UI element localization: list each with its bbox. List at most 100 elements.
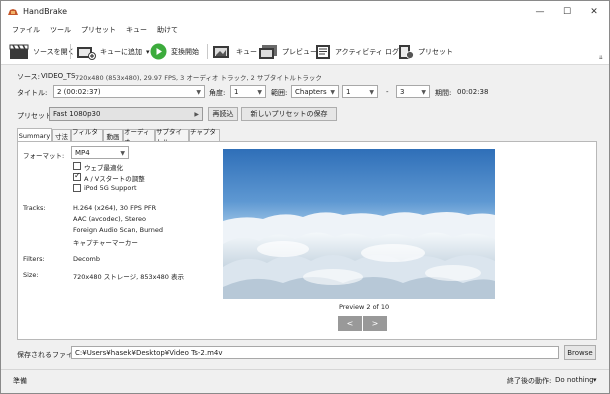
chevron-right-icon: ▶ [194,111,199,118]
track-item: キャプチャーマーカー [73,239,138,247]
chevron-down-icon[interactable]: ▾ [146,48,150,56]
range-start-select[interactable]: 1 ▼ [342,85,378,98]
tab-subtitles[interactable]: サブタイトル [155,128,189,146]
when-done-select[interactable]: Do nothing [555,376,594,384]
range-type-select[interactable]: Chapters ▼ [291,85,339,98]
tracks-label: Tracks: [23,204,46,212]
menu-file[interactable]: ファイル [7,23,45,38]
handbrake-window: HandBrake — ☐ ✕ ファイル ツール プリセット キュー 助けて ソ… [0,0,610,394]
angle-select[interactable]: 1 ▼ [230,85,266,98]
duration-value: 00:02:38 [457,88,489,96]
presets-icon [399,44,414,59]
range-type-value: Chapters [295,88,327,96]
chevron-down-icon: ▼ [120,150,125,157]
ipod-support-checkbox[interactable] [73,184,81,192]
preset-select-value: Fast 1080p30 [53,110,101,118]
filters-label: Filters: [23,255,45,263]
reload-preset-button[interactable]: 再読込 [208,107,238,121]
preset-label: プリセット [17,112,52,120]
film-clapper-icon [9,44,29,59]
menu-help[interactable]: 助けて [152,23,183,38]
source-info: 720x480 (853x480), 29.97 FPS, 3 オーディオ トラ… [75,74,322,82]
tab-dimensions[interactable]: 寸法 [52,129,71,141]
range-dash: - [386,88,389,96]
size-value: 720x480 ストレージ, 853x480 表示 [73,273,184,281]
status-bar: 準備 終了後の動作: Do nothing ▾ [1,369,609,393]
save-new-preset-button[interactable]: 新しいプリセットの保存 [241,107,337,121]
preview-label: プレビュー [282,47,317,56]
start-encode-label: 変換開始 [171,47,199,56]
av-align-label: A / Vスタートの調整 [84,175,145,183]
handbrake-app-icon [8,9,18,15]
chevron-down-icon[interactable]: ▾ [593,376,597,384]
start-encode-button[interactable]: 変換開始 [150,41,199,62]
format-select-value: MP4 [75,149,90,157]
menu-bar: ファイル ツール プリセット キュー 助けて [1,23,609,38]
title-select[interactable]: 2 (00:02:37) ▼ [53,85,205,98]
minimize-button[interactable]: — [527,1,553,23]
chevron-down-icon: ▼ [330,89,335,96]
activity-log-button[interactable]: アクティビティ ログ [315,41,399,62]
browse-button[interactable]: Browse [564,345,596,360]
source-name: VIDEO_TS [41,72,76,80]
preview-caption: Preview 2 of 10 [339,303,390,311]
preview-image [223,149,495,299]
queue-label: キュー [236,47,257,56]
filters-value: Decomb [73,255,101,263]
previous-preview-button[interactable]: < [338,316,362,331]
play-icon [150,43,167,60]
av-align-checkbox[interactable] [73,171,81,181]
menu-queue[interactable]: キュー [121,23,152,38]
tab-video[interactable]: 動画 [103,129,123,141]
activity-log-label: アクティビティ ログ [335,47,400,56]
destination-path-input[interactable]: C:¥Users¥hasek¥Desktop¥Video Ts-2.m4v [71,346,559,359]
chevron-down-icon: ▼ [196,89,201,96]
format-select[interactable]: MP4 ▼ [71,146,129,159]
open-source-label: ソースを開く [33,47,75,56]
range-end-value: 3 [400,88,405,96]
range-start-value: 1 [346,88,351,96]
format-label: フォーマット: [23,152,65,160]
add-to-queue-button[interactable]: キューに追加 ▾ [76,41,150,62]
ipod-support-label: iPod 5G Support [84,184,137,192]
range-end-select[interactable]: 3 ▼ [396,85,430,98]
track-item: H.264 (x264), 30 FPS PFR [73,204,157,212]
track-item: Foreign Audio Scan, Burned [73,226,163,234]
next-preview-button[interactable]: > [363,316,387,331]
tab-chapters[interactable]: チャプター [189,128,220,146]
track-item: AAC (avcodec), Stereo [73,215,147,223]
duration-label: 期間: [435,89,452,97]
chevron-down-icon: ▼ [257,89,262,96]
tab-audio[interactable]: オーディオ [123,128,155,146]
tab-summary[interactable]: Summary [17,128,52,142]
preview-icon [259,44,277,59]
open-source-button[interactable]: ソースを開く [9,41,75,62]
window-title: HandBrake [23,7,68,16]
toolbar-overflow-icon[interactable]: ⇊ [599,55,603,61]
title-bar: HandBrake — ☐ ✕ [1,1,609,23]
range-label: 範囲: [271,89,288,97]
toolbar-separator [70,44,71,59]
web-optimized-checkbox[interactable] [73,162,81,170]
close-button[interactable]: ✕ [581,1,607,23]
maximize-button[interactable]: ☐ [554,1,580,23]
queue-icon [213,45,229,58]
preview-button[interactable]: プレビュー [258,41,317,62]
menu-tools[interactable]: ツール [45,23,76,38]
presets-button[interactable]: プリセット [398,41,453,62]
toolbar-separator [207,44,208,59]
web-optimized-label: ウェブ最適化 [84,164,123,172]
queue-button[interactable]: キュー [212,41,257,62]
when-done-label: 終了後の動作: [507,377,552,385]
title-label: タイトル: [17,89,48,97]
preset-select[interactable]: Fast 1080p30 ▶ [49,107,203,121]
presets-label: プリセット [418,47,453,56]
tab-filters[interactable]: フィルター [71,128,103,146]
chevron-down-icon: ▼ [421,89,426,96]
chevron-down-icon: ▼ [369,89,374,96]
size-label: Size: [23,271,39,279]
angle-label: 角度: [209,89,226,97]
angle-select-value: 1 [234,88,239,96]
toolbar: ソースを開く キューに追加 ▾ 変換開始 キュー プレビュー アクティビティ ロ… [1,38,609,65]
menu-presets[interactable]: プリセット [76,23,121,38]
